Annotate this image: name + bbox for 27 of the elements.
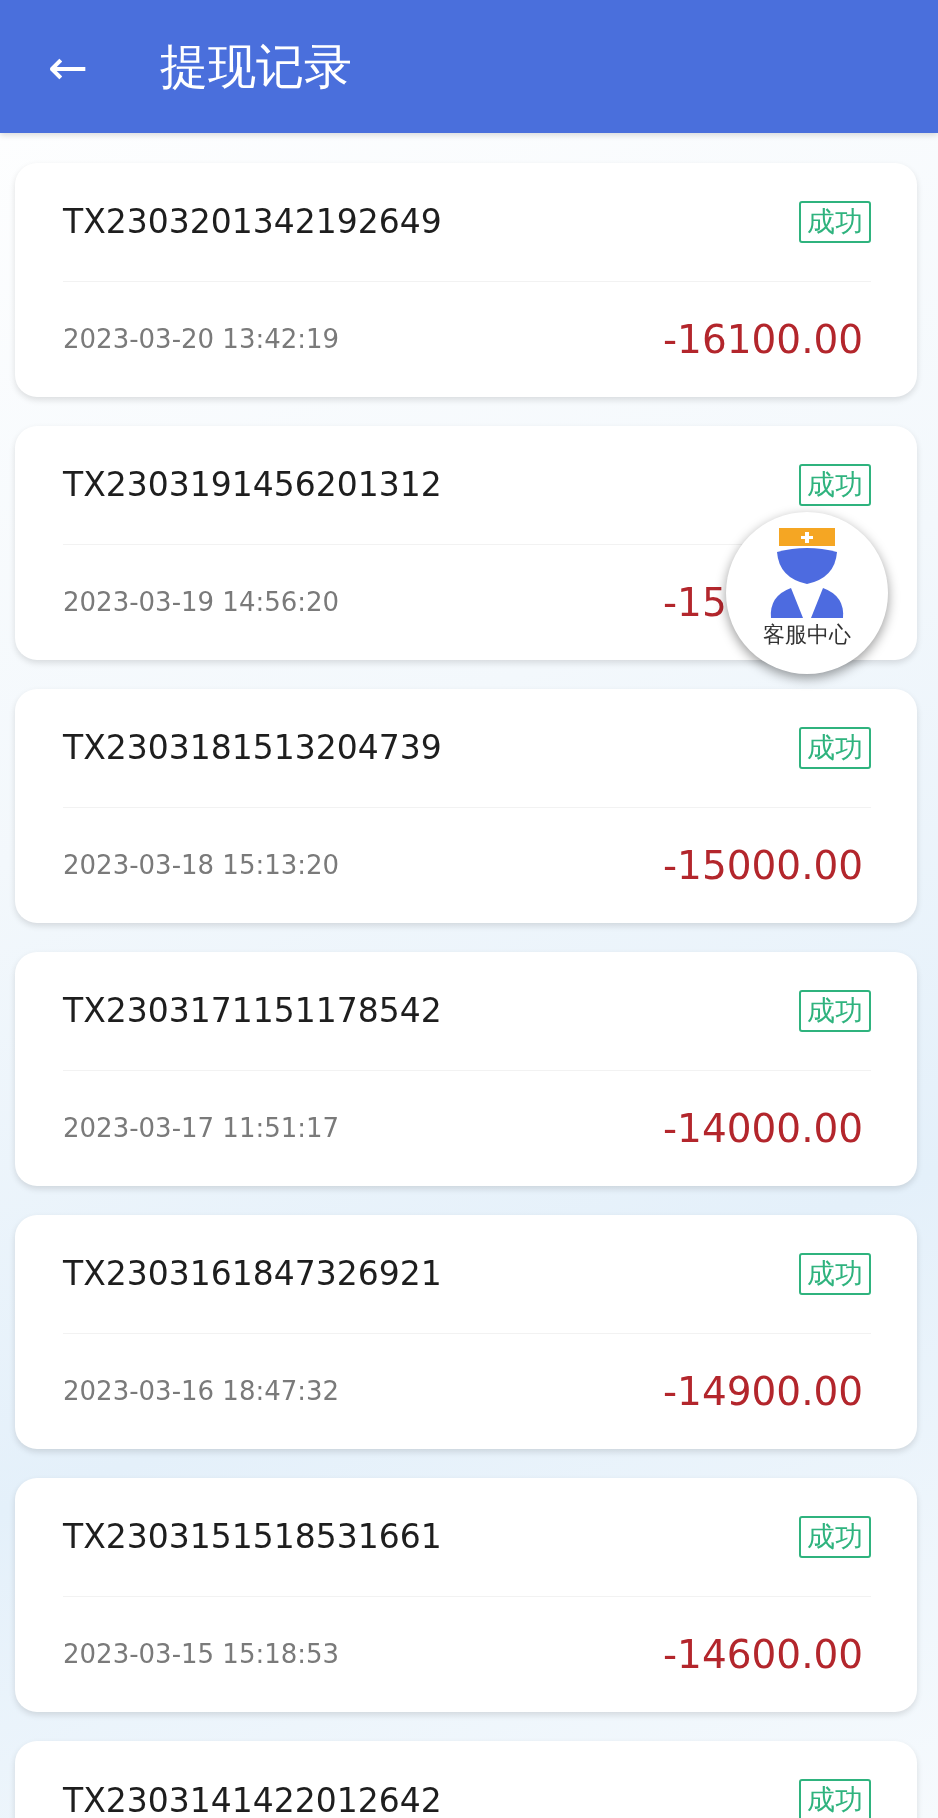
- order-number: TX2303141422012642: [63, 1780, 442, 1818]
- record-amount: -14000.00: [663, 1105, 864, 1151]
- record-amount: -15000.00: [663, 842, 864, 888]
- order-number: TX2303151518531661: [63, 1517, 442, 1557]
- record-amount: -14600.00: [663, 1631, 864, 1677]
- order-number: TX2303201342192649: [63, 202, 442, 242]
- record-time: 2023-03-15 15:18:53: [63, 1639, 340, 1670]
- status-tag: 成功: [799, 1252, 871, 1295]
- page-title: 提现记录: [160, 36, 352, 96]
- status-tag: 成功: [799, 1779, 871, 1818]
- record-time: 2023-03-18 15:13:20: [63, 850, 340, 881]
- order-number: TX2303161847326921: [63, 1254, 442, 1294]
- status-tag: 成功: [799, 1515, 871, 1558]
- record-time: 2023-03-16 18:47:32: [63, 1376, 340, 1407]
- record-amount: -16100.00: [663, 316, 864, 362]
- status-tag: 成功: [799, 726, 871, 769]
- order-number: TX2303181513204739: [63, 728, 442, 768]
- order-number: TX2303171151178542: [63, 991, 442, 1031]
- record-amount: -14900.00: [663, 1368, 864, 1414]
- status-tag: 成功: [799, 989, 871, 1032]
- status-tag: 成功: [799, 200, 871, 243]
- order-number: TX2303191456201312: [63, 465, 442, 505]
- record-time: 2023-03-19 14:56:20: [63, 587, 340, 618]
- record-time: 2023-03-20 13:42:19: [63, 324, 340, 355]
- record-amount: -15: [663, 579, 727, 625]
- record-time: 2023-03-17 11:51:17: [63, 1113, 340, 1144]
- status-tag: 成功: [799, 463, 871, 506]
